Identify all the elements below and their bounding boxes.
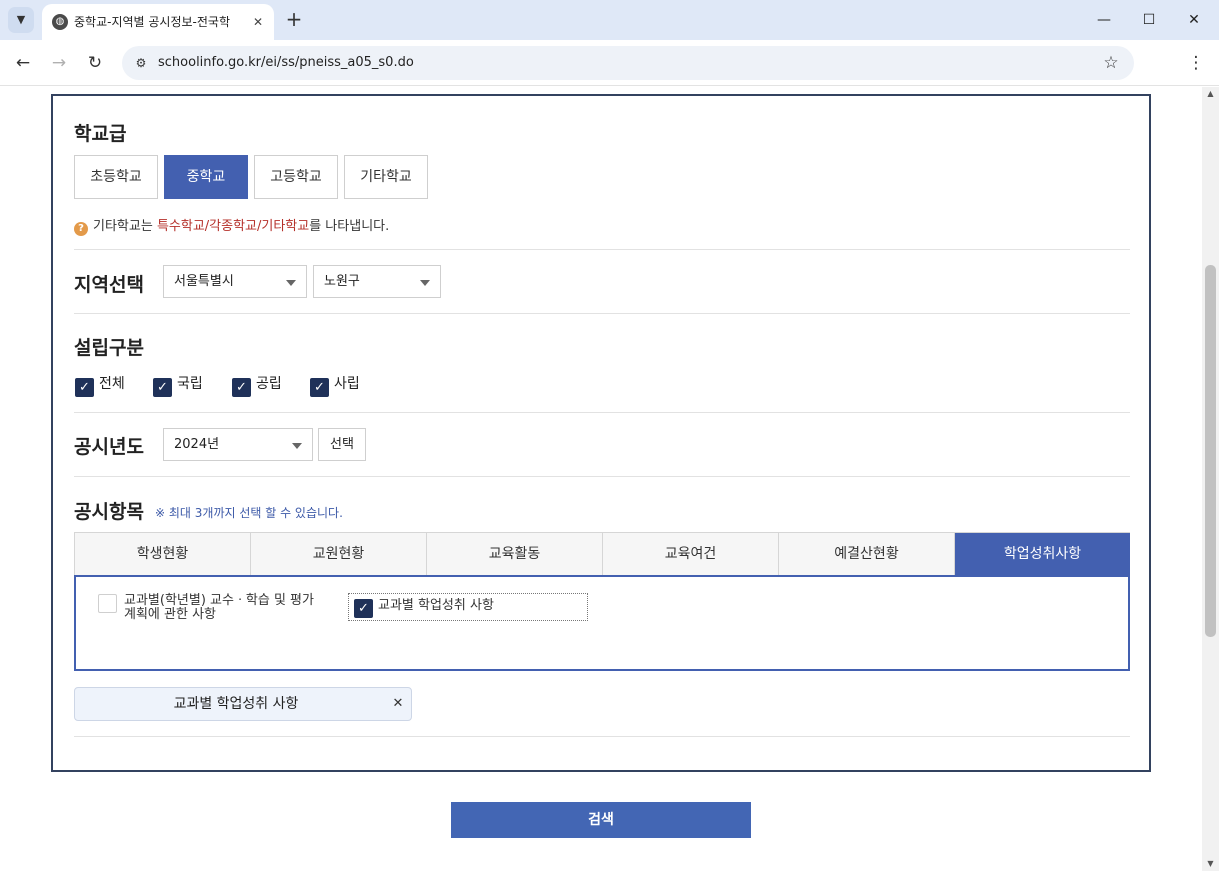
region-title: 지역선택	[74, 274, 144, 296]
chevron-down-icon[interactable]: ▼	[8, 7, 34, 33]
check-icon: ✓	[75, 378, 94, 397]
check-icon: ✓	[232, 378, 251, 397]
question-icon: ?	[74, 222, 88, 236]
establishment-title: 설립구분	[74, 337, 144, 359]
items-note: ※ 최대 3개까지 선택 할 수 있습니다.	[155, 506, 343, 520]
year-select-button[interactable]: 선택	[318, 428, 366, 461]
kebab-icon[interactable]: ⋮	[1184, 50, 1208, 76]
city-select-value: 서울특별시	[174, 274, 234, 289]
level-button-elementary[interactable]: 초등학교	[74, 155, 158, 199]
tab-title: 중학교-지역별 공시정보-전국학	[74, 15, 230, 29]
check-icon: ✓	[310, 378, 329, 397]
help-prefix: 기타학교는	[93, 219, 157, 234]
check-icon[interactable]: ✓	[354, 599, 373, 618]
browser-tab[interactable]: ◍ 중학교-지역별 공시정보-전국학 ✕	[42, 4, 274, 40]
scroll-down-icon[interactable]: ▼	[1202, 857, 1219, 871]
window-close-icon[interactable]: ✕	[1176, 6, 1212, 34]
tab-activities[interactable]: 교육활동	[427, 533, 603, 576]
checkbox-private-label: 사립	[334, 376, 360, 392]
items-tabs: 학생현황 교원현황 교육활동 교육여건 예결산현황 학업성취사항	[74, 532, 1130, 576]
level-button-high[interactable]: 고등학교	[254, 155, 338, 199]
district-select-value: 노원구	[324, 274, 360, 289]
checkbox-national[interactable]: ✓ 국립	[153, 374, 203, 397]
checkbox-unchecked-icon[interactable]	[98, 594, 117, 613]
selected-item-label: 교과별 학업성취 사항	[173, 696, 299, 712]
year-select[interactable]: 2024년	[163, 428, 313, 461]
arrow-left-icon[interactable]: ←	[9, 50, 37, 76]
scrollbar-thumb[interactable]	[1205, 265, 1216, 637]
city-select[interactable]: 서울특별시	[163, 265, 307, 298]
tab-conditions[interactable]: 교육여건	[603, 533, 779, 576]
level-button-other[interactable]: 기타학교	[344, 155, 428, 199]
check-icon: ✓	[153, 378, 172, 397]
divider	[74, 313, 1130, 314]
tab-budget[interactable]: 예결산현황	[779, 533, 955, 576]
scroll-up-icon[interactable]: ▲	[1202, 87, 1219, 101]
checkbox-private[interactable]: ✓ 사립	[310, 374, 360, 397]
divider	[74, 476, 1130, 477]
year-title: 공시년도	[74, 436, 144, 458]
help-suffix: 를 나타냅니다.	[309, 219, 390, 234]
checkbox-all-label: 전체	[99, 376, 125, 392]
url-text[interactable]: schoolinfo.go.kr/ei/ss/pneiss_a05_s0.do	[158, 55, 414, 70]
browser-toolbar: ← → ↻ ⚙ schoolinfo.go.kr/ei/ss/pneiss_a0…	[0, 40, 1219, 86]
checkbox-national-label: 국립	[177, 376, 203, 392]
search-button[interactable]: 검색	[451, 802, 751, 838]
minimize-icon[interactable]: —	[1086, 6, 1122, 34]
page-viewport: 학교급 초등학교 중학교 고등학교 기타학교 ? 기타학교는 특수학교/각종학교/…	[0, 87, 1219, 871]
year-select-value: 2024년	[174, 437, 220, 452]
checkbox-public[interactable]: ✓ 공립	[232, 374, 282, 397]
close-icon[interactable]: ✕	[391, 688, 405, 720]
checkbox-public-label: 공립	[256, 376, 282, 392]
tab-achievement[interactable]: 학업성취사항	[955, 533, 1130, 576]
tab-teachers[interactable]: 교원현황	[251, 533, 427, 576]
tab-students[interactable]: 학생현황	[75, 533, 251, 576]
browser-tab-bar: ▼ ◍ 중학교-지역별 공시정보-전국학 ✕ + — ☐ ✕	[0, 0, 1219, 40]
scrollbar[interactable]: ▲ ▼	[1202, 87, 1219, 871]
help-highlight: 특수학교/각종학교/기타학교	[156, 219, 310, 234]
checkbox-all[interactable]: ✓ 전체	[75, 374, 125, 397]
divider	[74, 736, 1130, 737]
address-bar[interactable]: ⚙ schoolinfo.go.kr/ei/ss/pneiss_a05_s0.d…	[122, 46, 1134, 80]
divider	[74, 412, 1130, 413]
star-icon[interactable]: ☆	[1100, 52, 1122, 74]
arrow-right-icon[interactable]: →	[45, 50, 73, 76]
district-select[interactable]: 노원구	[313, 265, 441, 298]
school-level-title: 학교급	[74, 123, 127, 145]
option-subject-achievement[interactable]: ✓ 교과별 학업성취 사항	[348, 593, 588, 621]
close-icon[interactable]: ✕	[248, 12, 268, 32]
items-title: 공시항목	[74, 501, 144, 523]
caret-down-icon	[292, 443, 302, 449]
divider	[74, 249, 1130, 250]
option-teaching-plan-label: 교과별(학년별) 교수ㆍ학습 및 평가계획에 관한 사항	[124, 593, 314, 622]
level-button-middle[interactable]: 중학교	[164, 155, 248, 199]
tab-panel-achievement: 교과별(학년별) 교수ㆍ학습 및 평가계획에 관한 사항 ✓ 교과별 학업성취 사…	[74, 575, 1130, 671]
caret-down-icon	[420, 280, 430, 286]
caret-down-icon	[286, 280, 296, 286]
school-level-help: ? 기타학교는 특수학교/각종학교/기타학교를 나타냅니다.	[74, 215, 389, 236]
plus-icon[interactable]: +	[282, 8, 306, 32]
globe-icon: ◍	[52, 14, 68, 30]
selected-item-tag: 교과별 학업성취 사항 ✕	[74, 687, 412, 721]
maximize-icon[interactable]: ☐	[1131, 6, 1167, 34]
tune-icon[interactable]: ⚙	[132, 54, 150, 72]
option-teaching-plan[interactable]: 교과별(학년별) 교수ㆍ학습 및 평가계획에 관한 사항	[98, 594, 323, 622]
reload-icon[interactable]: ↻	[81, 50, 109, 76]
option-subject-achievement-label: 교과별 학업성취 사항	[378, 598, 494, 613]
search-panel: 학교급 초등학교 중학교 고등학교 기타학교 ? 기타학교는 특수학교/각종학교/…	[51, 94, 1151, 772]
